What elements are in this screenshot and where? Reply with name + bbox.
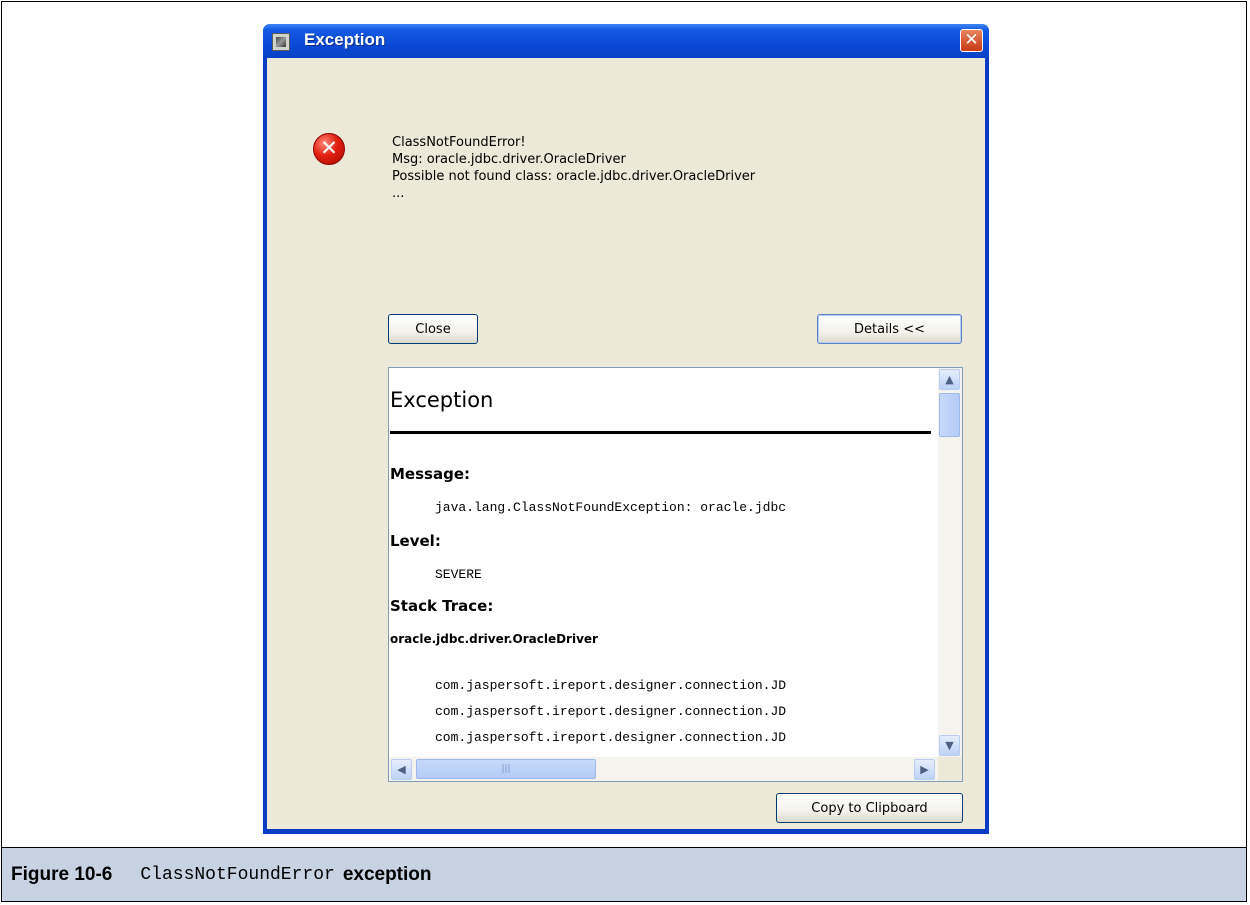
message-line: ClassNotFoundError! bbox=[392, 135, 526, 150]
figure-number: Figure 10-6 bbox=[11, 863, 113, 885]
details-heading: Exception bbox=[390, 388, 494, 412]
dialog-body: ✕ ClassNotFoundError! Msg: oracle.jdbc.d… bbox=[267, 58, 985, 829]
details-content: Exception Message: java.lang.ClassNotFou… bbox=[389, 368, 938, 757]
title-bar[interactable]: Exception ✕ bbox=[263, 24, 989, 58]
exception-dialog: Exception ✕ ✕ ClassNotFoundError! Msg: o… bbox=[263, 24, 989, 834]
scroll-corner bbox=[938, 757, 962, 781]
details-toggle-button[interactable]: Details << bbox=[817, 314, 962, 344]
window-title: Exception bbox=[304, 30, 386, 49]
level-value: SEVERE bbox=[435, 567, 482, 582]
figure-caption-text: exception bbox=[342, 863, 432, 885]
horizontal-scroll-thumb[interactable]: ||| bbox=[416, 759, 596, 779]
message-line: ... bbox=[392, 186, 405, 201]
figure-code: ClassNotFoundError bbox=[140, 864, 335, 885]
message-line: Possible not found class: oracle.jdbc.dr… bbox=[392, 169, 756, 184]
horizontal-scrollbar[interactable]: ◀ ||| ▶ bbox=[389, 757, 938, 781]
error-message: ClassNotFoundError! Msg: oracle.jdbc.dri… bbox=[392, 134, 755, 202]
details-pane[interactable]: Exception Message: java.lang.ClassNotFou… bbox=[388, 367, 963, 782]
message-value: java.lang.ClassNotFoundException: oracle… bbox=[435, 500, 787, 515]
close-button[interactable]: Close bbox=[388, 314, 478, 344]
error-icon: ✕ bbox=[313, 133, 345, 165]
heading-rule bbox=[390, 431, 931, 434]
copy-to-clipboard-button[interactable]: Copy to Clipboard bbox=[776, 793, 963, 823]
scroll-left-icon[interactable]: ◀ bbox=[391, 759, 412, 780]
vertical-scroll-thumb[interactable] bbox=[939, 393, 960, 437]
figure-caption: Figure 10-6 ClassNotFoundError exception bbox=[1, 847, 1247, 902]
stack-class: oracle.jdbc.driver.OracleDriver bbox=[390, 632, 598, 646]
stack-line: com.jaspersoft.ireport.designer.connecti… bbox=[435, 730, 787, 745]
message-label: Message: bbox=[390, 465, 470, 483]
stack-trace-label: Stack Trace: bbox=[390, 597, 494, 615]
level-label: Level: bbox=[390, 532, 441, 550]
vertical-scrollbar[interactable]: ▲ ▼ bbox=[938, 368, 962, 757]
message-line: Msg: oracle.jdbc.driver.OracleDriver bbox=[392, 152, 626, 167]
stack-line: com.jaspersoft.ireport.designer.connecti… bbox=[435, 704, 787, 719]
stack-line: com.jaspersoft.ireport.designer.connecti… bbox=[435, 678, 787, 693]
scroll-right-icon[interactable]: ▶ bbox=[914, 759, 935, 780]
close-window-button[interactable]: ✕ bbox=[960, 29, 983, 52]
app-icon bbox=[272, 33, 290, 51]
scroll-down-icon[interactable]: ▼ bbox=[939, 735, 960, 756]
scroll-up-icon[interactable]: ▲ bbox=[939, 369, 960, 390]
